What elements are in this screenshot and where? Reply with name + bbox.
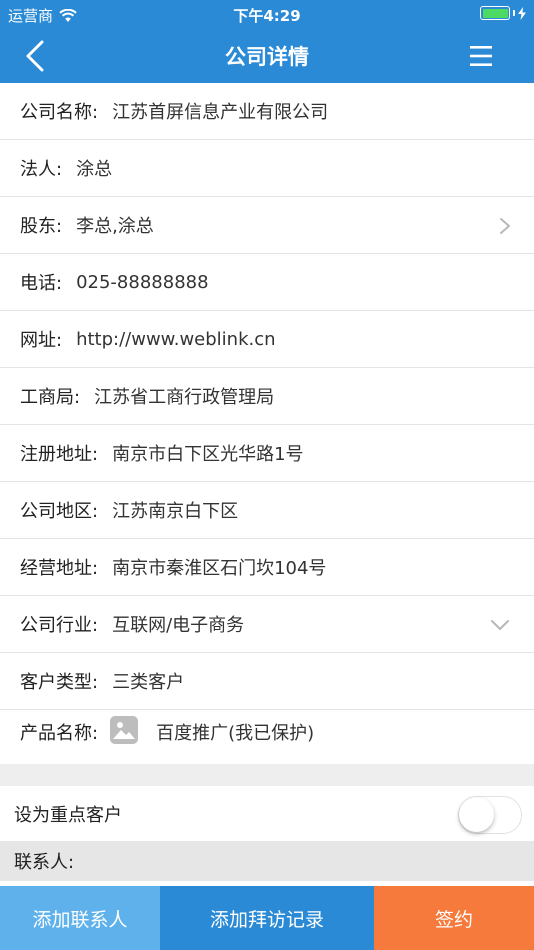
bottom-action-bar: 添加联系人 添加拜访记录 签约	[0, 886, 534, 950]
registered-address-label: 注册地址:	[20, 444, 99, 465]
status-right	[480, 6, 526, 20]
industry-row[interactable]: 公司行业: 互联网/电子商务	[0, 596, 534, 653]
sign-button[interactable]: 签约	[374, 886, 534, 950]
product-image-icon[interactable]	[110, 716, 139, 744]
bureau-row: 工商局: 江苏省工商行政管理局	[0, 368, 534, 425]
shareholders-row[interactable]: 股东: 李总,涂总	[0, 197, 534, 254]
key-customer-row: 设为重点客户	[0, 786, 534, 841]
region-label: 公司地区:	[20, 501, 99, 522]
customer-type-label: 客户类型:	[20, 672, 99, 693]
key-customer-label: 设为重点客户	[14, 804, 122, 826]
add-visit-record-button[interactable]: 添加拜访记录	[160, 886, 374, 950]
product-value: 百度推广(我已保护)	[156, 723, 315, 744]
bureau-label: 工商局:	[20, 387, 81, 408]
phone-row: 电话: 025-88888888	[0, 254, 534, 311]
hamburger-menu-icon[interactable]	[466, 44, 496, 68]
website-row: 网址: http://www.weblink.cn	[0, 311, 534, 368]
product-row: 产品名称: 百度推广(我已保护)	[0, 710, 534, 768]
status-time: 下午4:29	[233, 7, 301, 25]
contacts-label: 联系人:	[14, 852, 75, 873]
toggle-knob	[459, 797, 494, 832]
charging-bolt-icon	[518, 6, 526, 20]
shareholders-value: 李总,涂总	[76, 216, 154, 237]
battery-icon	[480, 6, 510, 20]
registered-address-row: 注册地址: 南京市白下区光华路1号	[0, 425, 534, 482]
industry-value: 互联网/电子商务	[112, 615, 245, 636]
registered-address-value: 南京市白下区光华路1号	[112, 444, 304, 465]
legal-person-row: 法人: 涂总	[0, 140, 534, 197]
business-address-value: 南京市秦淮区石门坎104号	[112, 558, 327, 579]
chevron-down-icon[interactable]	[490, 618, 510, 632]
page-title: 公司详情	[225, 45, 309, 69]
contacts-header: 联系人:	[0, 841, 534, 881]
add-contact-button[interactable]: 添加联系人	[0, 886, 160, 950]
phone-value[interactable]: 025-88888888	[76, 272, 208, 293]
company-name-row: 公司名称: 江苏首屏信息产业有限公司	[0, 83, 534, 140]
business-address-row: 经营地址: 南京市秦淮区石门坎104号	[0, 539, 534, 596]
region-value: 江苏南京白下区	[112, 501, 239, 522]
region-row: 公司地区: 江苏南京白下区	[0, 482, 534, 539]
bureau-value: 江苏省工商行政管理局	[94, 387, 275, 408]
company-name-label: 公司名称:	[20, 102, 99, 123]
legal-person-label: 法人:	[20, 159, 63, 180]
chevron-right-icon	[500, 218, 510, 234]
legal-person-value: 涂总	[76, 159, 113, 180]
shareholders-label: 股东:	[20, 216, 63, 237]
customer-type-row: 客户类型: 三类客户	[0, 653, 534, 710]
section-gap	[0, 764, 534, 786]
phone-label: 电话:	[20, 273, 63, 294]
website-value[interactable]: http://www.weblink.cn	[76, 329, 275, 350]
status-bar: 运营商 下午4:29	[0, 0, 534, 28]
nav-bar: 公司详情	[0, 28, 534, 83]
company-name-value: 江苏首屏信息产业有限公司	[112, 102, 329, 123]
business-address-label: 经营地址:	[20, 558, 99, 579]
key-customer-toggle[interactable]	[458, 796, 522, 834]
image-icon	[113, 722, 136, 739]
customer-type-value: 三类客户	[112, 672, 185, 693]
website-label: 网址:	[20, 330, 63, 351]
industry-label: 公司行业:	[20, 615, 99, 636]
battery-tip	[513, 10, 515, 16]
company-info-list: 公司名称: 江苏首屏信息产业有限公司 法人: 涂总 股东: 李总,涂总 电话: …	[0, 83, 534, 768]
product-label: 产品名称:	[20, 723, 99, 744]
